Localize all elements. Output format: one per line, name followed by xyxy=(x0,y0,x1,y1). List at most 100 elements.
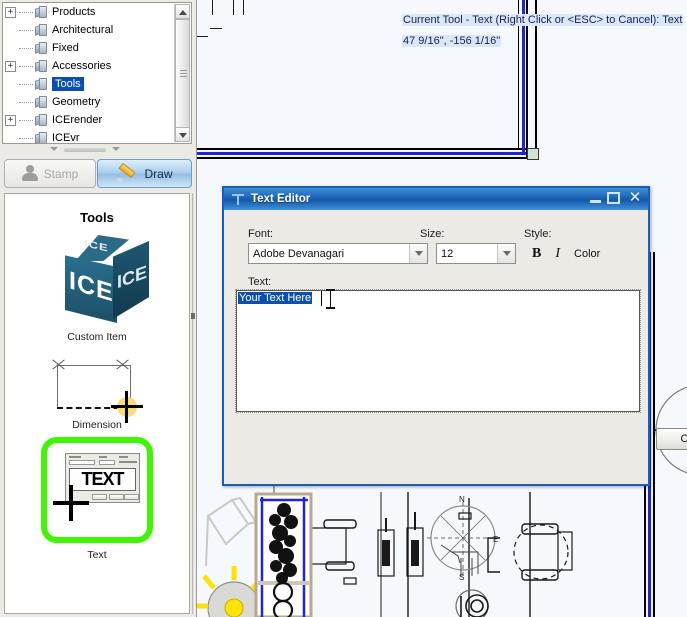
scroll-up-button[interactable] xyxy=(175,4,190,19)
tree-rows: + Products Architectural Fixed + Accessories T… xyxy=(3,3,191,144)
tree-item-icevr[interactable]: ICEvr xyxy=(3,129,191,144)
scroll-right-arrow[interactable] xyxy=(112,147,120,151)
tree-item-label: Accessories xyxy=(52,60,112,73)
text-caret xyxy=(321,291,322,306)
folder-icon xyxy=(35,60,48,73)
tree-connector xyxy=(19,137,33,139)
chevron-down-icon[interactable] xyxy=(409,244,427,263)
mode-tabs: Stamp Draw xyxy=(4,159,192,189)
tab-draw[interactable]: Draw xyxy=(97,159,192,188)
folder-icon xyxy=(35,132,48,143)
text-label: Text: xyxy=(248,276,272,288)
tree-connector xyxy=(19,101,33,103)
tree-item-tools[interactable]: Tools xyxy=(3,75,191,93)
tool-palette[interactable]: Tools ICEICEICE Custom Item Dimension xyxy=(4,193,190,614)
text-cursor-icon xyxy=(230,191,246,207)
tree-item-fixed[interactable]: Fixed xyxy=(3,39,191,57)
expand-icon[interactable]: + xyxy=(5,6,16,18)
pencil-icon xyxy=(114,162,138,185)
folder-icon xyxy=(35,42,48,55)
tree-connector xyxy=(19,65,33,67)
tree-item-architectural[interactable]: Architectural xyxy=(3,21,191,39)
minimize-icon[interactable] xyxy=(588,191,604,205)
italic-button[interactable]: I xyxy=(555,246,560,262)
tab-draw-label: Draw xyxy=(144,166,173,181)
tree-horizontal-scrollbar[interactable] xyxy=(2,145,192,155)
svg-text:S: S xyxy=(459,573,464,582)
font-select-value: Adobe Devanagari xyxy=(253,247,345,260)
tool-dimension[interactable]: Dimension xyxy=(5,357,189,431)
scroll-thumb[interactable] xyxy=(175,19,190,129)
maximize-icon[interactable] xyxy=(606,191,622,205)
tree-item-label: Tools xyxy=(52,77,84,92)
ibeam-cursor-icon xyxy=(326,289,335,309)
tool-custom-item-label: Custom Item xyxy=(67,331,127,343)
tree-connector xyxy=(19,83,33,85)
folder-icon xyxy=(35,96,48,109)
folder-icon xyxy=(35,114,48,127)
ok-button[interactable]: OK xyxy=(656,428,687,450)
tree-item-accessories[interactable]: + Accessories xyxy=(3,57,191,75)
tree-connector xyxy=(19,119,33,121)
close-icon[interactable]: ✕ xyxy=(627,190,643,205)
expand-icon[interactable]: + xyxy=(5,114,16,126)
color-button[interactable]: Color xyxy=(574,248,600,260)
tree-item-label: Geometry xyxy=(52,96,101,109)
folder-icon xyxy=(35,24,48,37)
canvas-left-border xyxy=(196,0,197,617)
tree-item-label: ICErender xyxy=(52,114,103,127)
tree-item-products[interactable]: + Products xyxy=(3,3,191,21)
dialog-title: Text Editor xyxy=(251,193,311,205)
tree-item-geometry[interactable]: Geometry xyxy=(3,93,191,111)
scroll-down-button[interactable] xyxy=(175,127,190,142)
folder-icon xyxy=(35,6,48,19)
stamp-icon xyxy=(21,165,38,182)
svg-text:E: E xyxy=(493,535,498,544)
size-select[interactable]: 12 xyxy=(436,243,516,264)
size-label: Size: xyxy=(420,228,445,240)
dialog-title-bar[interactable]: Text Editor ✕ xyxy=(224,188,648,210)
tree-item-label: Products xyxy=(52,6,96,19)
palette-title: Tools xyxy=(80,210,114,225)
svg-text:N: N xyxy=(459,495,465,504)
tree-item-label: Architectural xyxy=(52,24,114,37)
text-tool-icon: TEXT xyxy=(65,453,140,503)
expand-icon[interactable]: + xyxy=(5,60,16,72)
tool-custom-item[interactable]: ICE ICE ICE Custom Item xyxy=(5,235,189,343)
text-thumb-word: TEXT xyxy=(69,468,136,491)
component-tree[interactable]: + Products Architectural Fixed + Accessories T… xyxy=(2,2,192,144)
tab-stamp-label: Stamp xyxy=(43,166,79,181)
splitter-grip[interactable] xyxy=(191,313,195,319)
text-input-value: Your Text Here xyxy=(238,292,313,304)
bold-button[interactable]: B xyxy=(532,246,541,262)
font-label: Font: xyxy=(248,228,274,240)
panel-splitter[interactable] xyxy=(190,193,196,614)
tree-item-label: ICEvr xyxy=(52,132,80,144)
dimension-icon xyxy=(49,357,145,423)
tool-dimension-label: Dimension xyxy=(72,419,122,431)
tree-connector xyxy=(19,47,33,49)
text-input-area[interactable]: Your Text Here xyxy=(235,289,641,413)
font-select[interactable]: Adobe Devanagari xyxy=(248,243,428,264)
scroll-thumb-horizontal[interactable] xyxy=(64,148,106,152)
tree-connector xyxy=(19,11,33,13)
style-label: Style: xyxy=(524,228,552,240)
tab-stamp[interactable]: Stamp xyxy=(4,159,96,188)
ice-cube-icon: ICE ICE ICE xyxy=(47,235,149,327)
crosshair-horizontal xyxy=(53,501,89,505)
chevron-down-icon[interactable] xyxy=(497,244,515,263)
style-controls: B I Color xyxy=(532,243,600,264)
text-editor-dialog[interactable]: Text Editor ✕ Font: Size: Style: Adobe D… xyxy=(222,186,687,486)
tree-item-label: Fixed xyxy=(52,42,79,55)
tree-connector xyxy=(19,29,33,31)
size-select-value: 12 xyxy=(441,247,454,260)
tree-vertical-scrollbar[interactable] xyxy=(174,4,190,142)
tree-item-icerender[interactable]: + ICErender xyxy=(3,111,191,129)
tool-text[interactable]: TEXT Text xyxy=(5,437,189,561)
scroll-left-arrow[interactable] xyxy=(50,147,58,151)
tool-text-label: Text xyxy=(87,549,107,561)
